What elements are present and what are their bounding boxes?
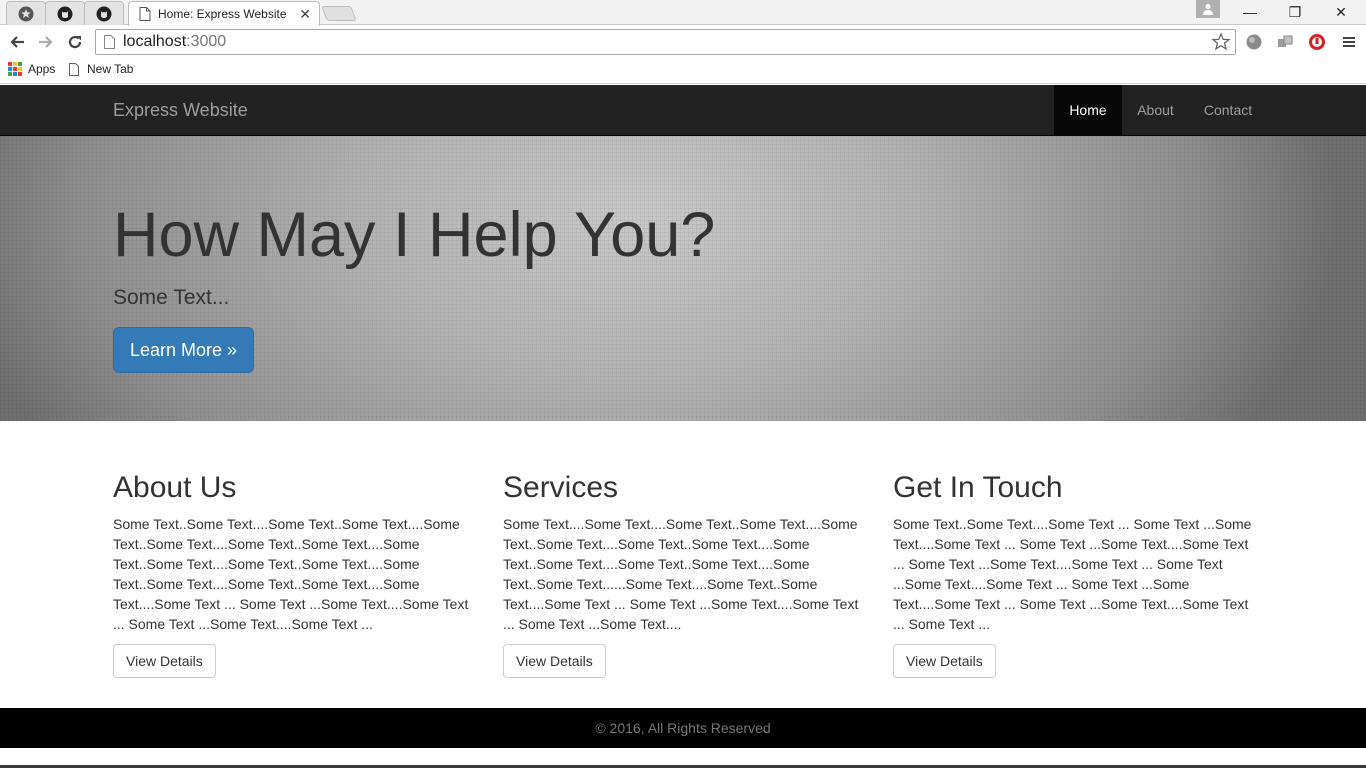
minimize-button[interactable]: —	[1235, 2, 1265, 22]
bookmark-apps[interactable]: Apps	[8, 62, 55, 76]
bookmarks-bar: Apps New Tab	[0, 58, 1366, 84]
browser-tab-strip: Home: Express Website ✕ — ❐ ✕	[0, 0, 1366, 26]
hero-jumbotron: How May I Help You? Some Text... Learn M…	[0, 136, 1366, 421]
bookmark-apps-label: Apps	[28, 62, 56, 76]
column-get-in-touch: Get In Touch Some Text..Some Text....Som…	[893, 468, 1253, 678]
nav-contact[interactable]: Contact	[1189, 85, 1267, 135]
nav-home[interactable]: Home	[1054, 85, 1122, 135]
url-port: :3000	[186, 33, 227, 50]
forward-button[interactable]	[35, 32, 57, 52]
restore-button[interactable]: ❐	[1280, 2, 1310, 22]
site-brand[interactable]: Express Website	[113, 100, 248, 121]
column-text: Some Text..Some Text....Some Text..Some …	[113, 516, 469, 632]
page-icon	[69, 62, 79, 76]
extension-stop-icon[interactable]	[1307, 33, 1327, 51]
reload-button[interactable]	[64, 32, 86, 52]
reload-icon	[68, 35, 82, 49]
extension-globe-icon[interactable]	[1244, 33, 1264, 51]
star-circle-icon	[18, 6, 34, 21]
view-details-button[interactable]: View Details	[893, 644, 996, 678]
view-details-button[interactable]: View Details	[113, 644, 216, 678]
bookmark-new-tab-label: New Tab	[87, 62, 134, 76]
column-text: Some Text..Some Text....Some Text ... So…	[893, 516, 1252, 632]
nav-about[interactable]: About	[1122, 85, 1189, 135]
apps-grid-icon	[8, 62, 22, 76]
github-icon	[96, 6, 112, 21]
column-heading: About Us	[113, 471, 237, 504]
column-about-us: About Us Some Text..Some Text....Some Te…	[113, 468, 473, 678]
github-icon	[57, 6, 73, 21]
site-footer: © 2016, All Rights Reserved	[0, 708, 1366, 748]
column-heading: Get In Touch	[893, 471, 1063, 504]
back-arrow-icon	[10, 36, 24, 48]
pinned-tab-github-2[interactable]	[84, 1, 124, 25]
extension-cubes-icon[interactable]	[1275, 33, 1295, 51]
column-heading: Services	[503, 471, 619, 504]
footer-copyright: © 2016, All Rights Reserved	[595, 720, 771, 736]
pinned-tab-github-1[interactable]	[45, 1, 85, 25]
hero-subtitle: Some Text...	[113, 286, 230, 309]
site-navbar: Express Website Home About Contact	[0, 85, 1366, 136]
address-bar[interactable]: localhost:3000	[95, 29, 1236, 55]
page-icon	[139, 7, 151, 21]
browser-toolbar: localhost:3000	[0, 26, 1366, 58]
pinned-tab-star[interactable]	[6, 1, 46, 25]
learn-more-button[interactable]: Learn More »	[113, 327, 254, 373]
hero-title: How May I Help You?	[113, 200, 716, 270]
url-host: localhost	[123, 33, 187, 50]
back-button[interactable]	[6, 32, 28, 52]
new-tab-button[interactable]	[321, 6, 357, 21]
column-text: Some Text....Some Text....Some Text..Som…	[503, 516, 859, 632]
chrome-menu-icon[interactable]	[1339, 33, 1359, 51]
view-details-button[interactable]: View Details	[503, 644, 606, 678]
bookmark-star-icon[interactable]	[1211, 32, 1231, 52]
bookmark-new-tab[interactable]: New Tab	[69, 62, 133, 76]
profile-button[interactable]	[1196, 0, 1220, 18]
page-icon	[104, 35, 115, 49]
tab-close-icon[interactable]: ✕	[299, 6, 311, 23]
tab-active[interactable]: Home: Express Website ✕	[128, 1, 320, 26]
tab-title: Home: Express Website	[158, 7, 287, 21]
forward-arrow-icon	[39, 36, 53, 48]
person-icon	[1203, 4, 1213, 15]
close-window-button[interactable]: ✕	[1326, 2, 1356, 22]
column-services: Services Some Text....Some Text....Some …	[503, 468, 863, 678]
